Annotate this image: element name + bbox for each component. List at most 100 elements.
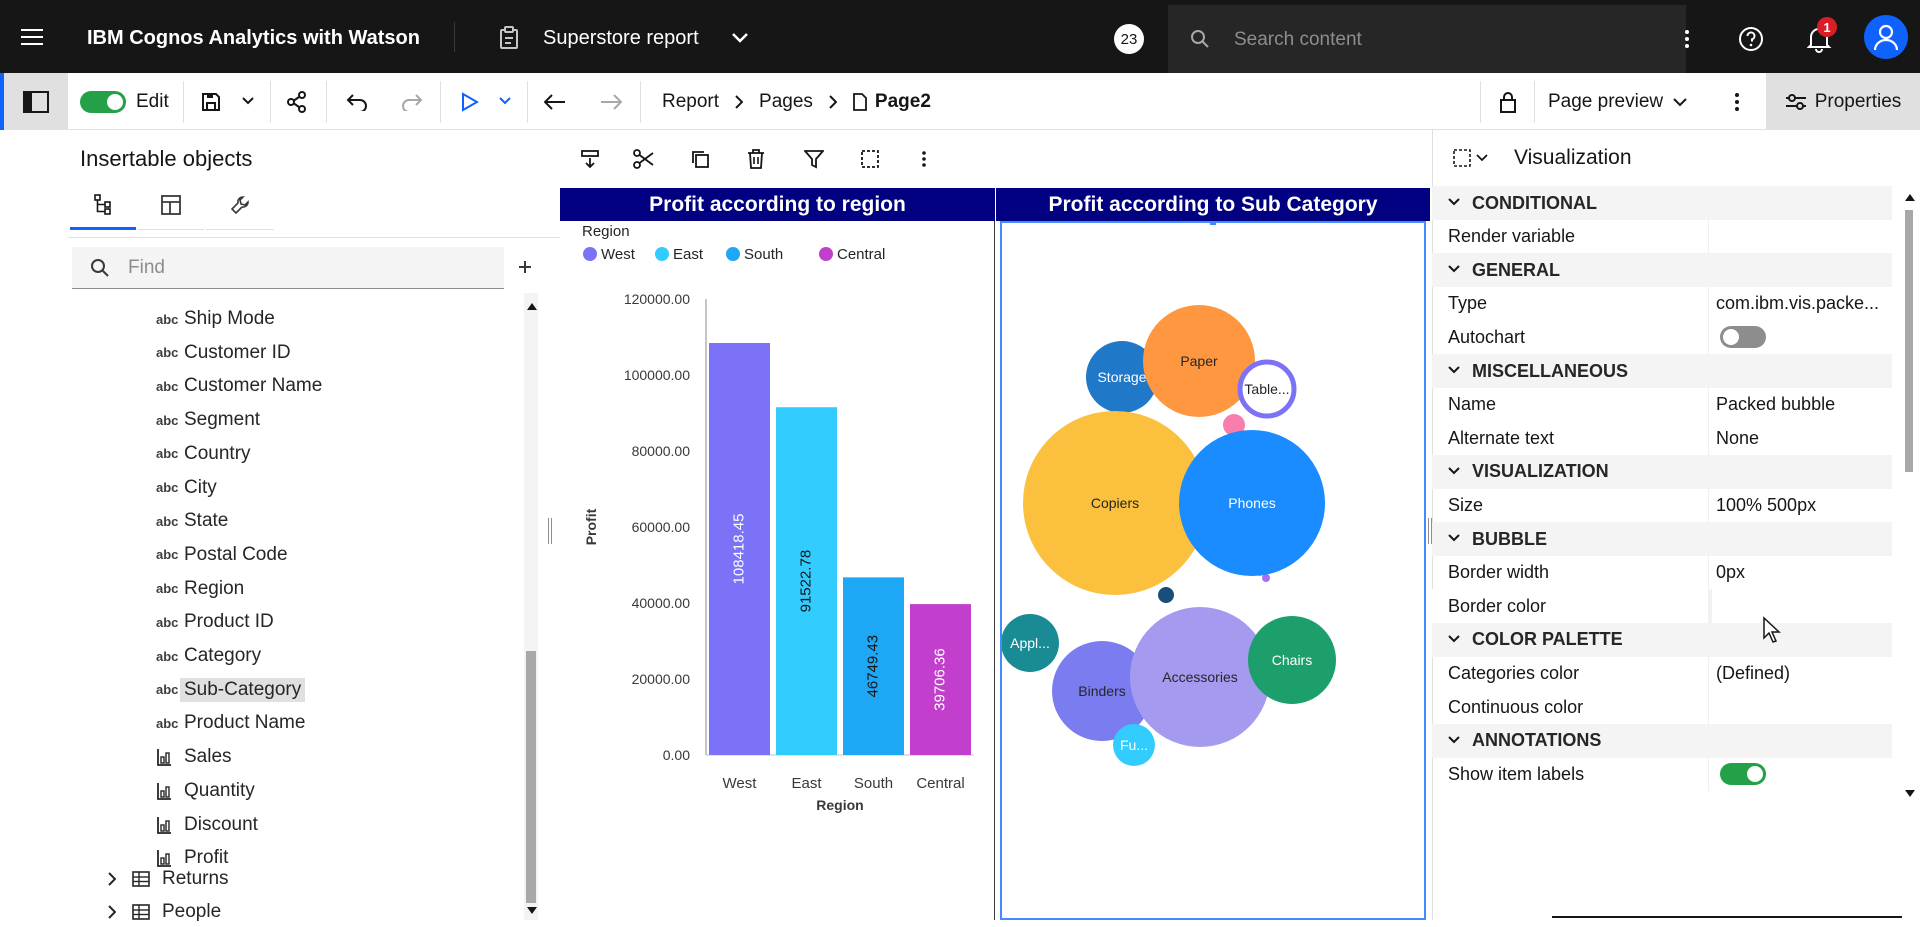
run-play-icon[interactable] bbox=[456, 89, 484, 115]
tree-table-0[interactable]: Returns bbox=[108, 864, 229, 894]
panel-resize-handle[interactable] bbox=[1428, 518, 1432, 544]
user-avatar-icon[interactable] bbox=[1864, 15, 1908, 59]
tree-item[interactable]: abc Customer ID bbox=[156, 338, 291, 368]
y-axis-label: Profit bbox=[583, 508, 599, 545]
bubble-chart-container[interactable]: Storage Paper Table... Copiers Phones Appl...… bbox=[1000, 221, 1426, 920]
scroll-down-arrow-icon[interactable] bbox=[527, 907, 537, 914]
panel-resize-handle[interactable] bbox=[548, 518, 552, 544]
property-row[interactable]: Size 100% 500px bbox=[1432, 488, 1892, 523]
select-container-icon[interactable] bbox=[856, 146, 884, 172]
tree-item[interactable]: abc City bbox=[156, 473, 217, 503]
bar-value-label: 39706.36 bbox=[931, 648, 948, 711]
select-ancestor-icon[interactable] bbox=[1452, 148, 1488, 168]
property-row[interactable]: Categories color (Defined) bbox=[1432, 656, 1892, 691]
bubble-label: Chairs bbox=[1272, 652, 1312, 668]
tree-item[interactable]: abc Product Name bbox=[156, 708, 305, 738]
bubble-chart: Storage Paper Table... Copiers Phones Appl...… bbox=[1001, 222, 1336, 766]
chevron-down-icon[interactable] bbox=[728, 26, 752, 50]
help-icon[interactable] bbox=[1736, 24, 1766, 54]
property-toggle[interactable] bbox=[1720, 326, 1766, 349]
property-toggle[interactable] bbox=[1720, 763, 1766, 786]
property-section-header[interactable]: ANNOTATIONS bbox=[1432, 723, 1892, 758]
forward-arrow-icon[interactable] bbox=[596, 89, 626, 115]
redo-icon[interactable] bbox=[397, 89, 427, 115]
more-options-icon[interactable] bbox=[1722, 89, 1752, 115]
chevron-right-icon[interactable] bbox=[108, 872, 132, 886]
scrollbar-thumb[interactable] bbox=[526, 651, 536, 903]
bubble-chart-title[interactable]: Profit according to Sub Category bbox=[996, 188, 1430, 221]
run-options-chevron-icon[interactable] bbox=[495, 91, 515, 111]
properties-scrollbar[interactable] bbox=[1902, 186, 1916, 806]
bubble-small[interactable] bbox=[1262, 574, 1270, 582]
save-options-chevron-icon[interactable] bbox=[238, 91, 258, 111]
property-section-header[interactable]: MISCELLANEOUS bbox=[1432, 354, 1892, 388]
scroll-up-arrow-icon[interactable] bbox=[527, 303, 537, 310]
y-tick-label: 40000.00 bbox=[632, 595, 691, 611]
tree-item[interactable]: abc Ship Mode bbox=[156, 304, 275, 334]
breadcrumb-pages[interactable]: Pages bbox=[759, 91, 813, 113]
tree-item[interactable]: Quantity bbox=[156, 776, 255, 806]
property-row[interactable]: Type com.ibm.vis.packe... bbox=[1432, 286, 1892, 321]
tree-item[interactable]: abc Customer Name bbox=[156, 371, 322, 401]
search-input[interactable]: Search content bbox=[1234, 29, 1362, 51]
report-name[interactable]: Superstore report bbox=[543, 27, 699, 50]
edit-toggle[interactable] bbox=[80, 91, 126, 118]
canvas-more-options-icon[interactable] bbox=[910, 146, 938, 172]
filter-icon[interactable] bbox=[800, 146, 828, 172]
save-icon[interactable] bbox=[198, 89, 224, 115]
tree-item[interactable]: abc Region bbox=[156, 574, 244, 604]
properties-button[interactable]: Properties bbox=[1766, 73, 1920, 130]
property-row[interactable]: Autochart bbox=[1432, 320, 1892, 355]
tree-item[interactable]: Discount bbox=[156, 810, 258, 840]
copy-icon[interactable] bbox=[686, 146, 714, 172]
scroll-up-arrow-icon[interactable] bbox=[1905, 194, 1915, 201]
tree-item[interactable]: abc Postal Code bbox=[156, 540, 288, 570]
chevron-right-icon[interactable] bbox=[108, 905, 132, 919]
tree-item[interactable]: Sales bbox=[156, 742, 232, 772]
search-bar[interactable]: Search content bbox=[1168, 5, 1686, 73]
selection-handle[interactable] bbox=[1210, 222, 1216, 225]
property-row[interactable]: Border width 0px bbox=[1432, 555, 1892, 590]
property-row[interactable]: Border color bbox=[1432, 589, 1892, 624]
side-panel-toggle[interactable] bbox=[0, 73, 68, 130]
property-row[interactable]: Alternate text None bbox=[1432, 421, 1892, 456]
bar-chart-container[interactable]: Region West East South Central 0.00 20000.00 40… bbox=[560, 221, 995, 920]
page-preview-dropdown[interactable]: Page preview bbox=[1548, 89, 1687, 115]
property-section-header[interactable]: BUBBLE bbox=[1432, 522, 1892, 556]
delete-trash-icon[interactable] bbox=[742, 146, 770, 172]
tree-table-1[interactable]: People bbox=[108, 897, 221, 927]
scroll-down-arrow-icon[interactable] bbox=[1905, 790, 1915, 797]
lock-icon[interactable] bbox=[1494, 89, 1522, 115]
property-row[interactable]: Show item labels bbox=[1432, 757, 1892, 792]
bubble-small[interactable] bbox=[1158, 587, 1174, 603]
back-arrow-icon[interactable] bbox=[540, 89, 570, 115]
tree-item-label: Sub-Category bbox=[180, 677, 306, 702]
report-canvas: Profit according to region Profit accord… bbox=[560, 130, 1432, 920]
drill-down-icon[interactable] bbox=[576, 146, 604, 172]
property-row[interactable]: Continuous color bbox=[1432, 690, 1892, 724]
breadcrumb-page2[interactable]: Page2 bbox=[875, 91, 931, 113]
overflow-menu-icon[interactable] bbox=[1672, 24, 1702, 54]
property-row[interactable]: Render variable bbox=[1432, 219, 1892, 254]
presence-avatar[interactable]: 23 bbox=[1114, 24, 1144, 54]
tree-item[interactable]: abc State bbox=[156, 506, 228, 536]
tree-item[interactable]: abc Segment bbox=[156, 405, 260, 435]
tree-item-label: Customer Name bbox=[184, 375, 323, 397]
share-icon[interactable] bbox=[282, 89, 312, 115]
bar-chart-title[interactable]: Profit according to region bbox=[560, 188, 995, 221]
property-section-header[interactable]: CONDITIONAL bbox=[1432, 186, 1892, 220]
undo-icon[interactable] bbox=[342, 89, 372, 115]
tree-item[interactable]: abc Category bbox=[156, 641, 261, 671]
hamburger-menu-icon[interactable] bbox=[14, 22, 50, 52]
tree-item[interactable]: abc Product ID bbox=[156, 607, 274, 637]
cut-scissors-icon[interactable] bbox=[630, 146, 658, 172]
breadcrumb-report[interactable]: Report bbox=[662, 91, 719, 113]
property-row[interactable]: Name Packed bubble bbox=[1432, 387, 1892, 422]
tree-scrollbar[interactable] bbox=[524, 293, 538, 920]
tree-item[interactable]: abc Sub-Category bbox=[156, 675, 306, 705]
property-section-header[interactable]: VISUALIZATION bbox=[1432, 454, 1892, 489]
property-section-header[interactable]: GENERAL bbox=[1432, 253, 1892, 288]
scrollbar-thumb[interactable] bbox=[1905, 210, 1913, 472]
tree-item[interactable]: abc Country bbox=[156, 439, 251, 469]
property-section-header[interactable]: COLOR PALETTE bbox=[1432, 622, 1892, 657]
